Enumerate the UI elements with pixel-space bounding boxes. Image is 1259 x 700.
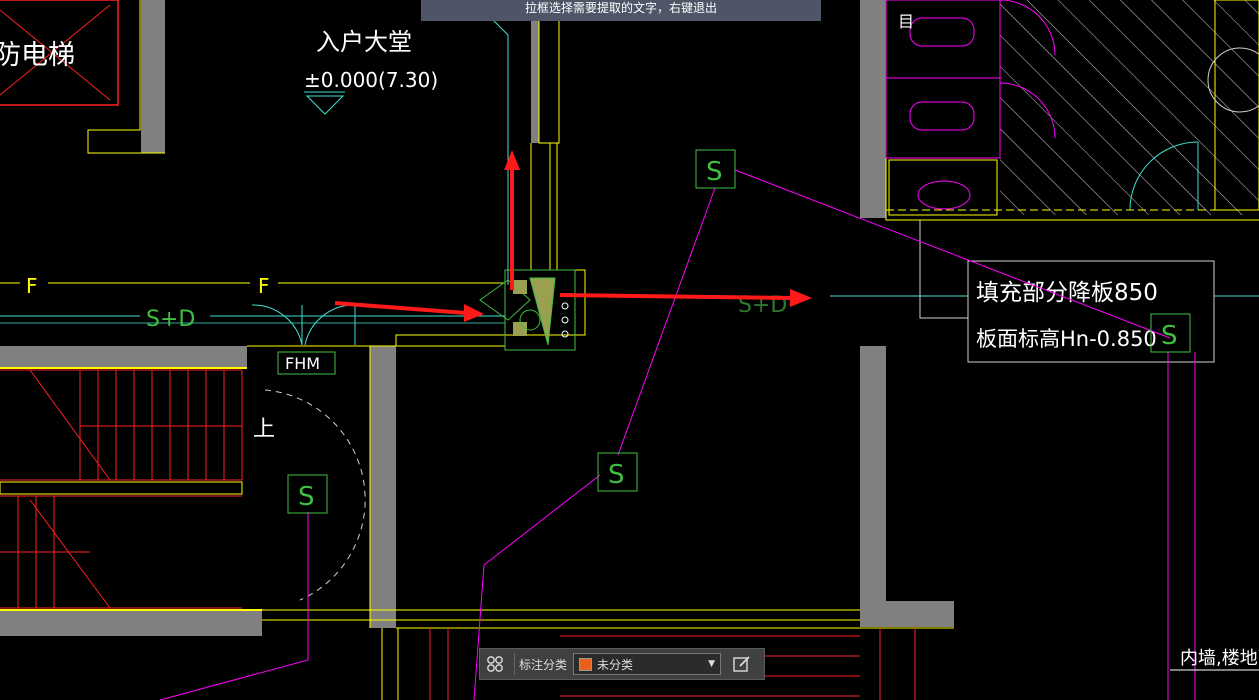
annotation-toolbar: 标注分类 未分类 ▼ bbox=[479, 648, 765, 680]
axis-f-left-label: F bbox=[26, 274, 38, 298]
door-swings: FHM bbox=[251, 304, 366, 601]
s-marker-3-glyph: S bbox=[298, 482, 315, 512]
walls bbox=[0, 269, 954, 636]
bottom-right-note-text: 内墙,楼地面,顶 bbox=[1180, 648, 1259, 669]
elevator-shaft: 防电梯 bbox=[0, 0, 165, 154]
s-marker-2[interactable]: S bbox=[597, 452, 638, 492]
s-marker-1[interactable]: S bbox=[695, 149, 736, 189]
axis-f-mid-label: F bbox=[258, 274, 270, 298]
bathroom-block: 目 bbox=[860, 0, 1259, 221]
svg-text:目: 目 bbox=[898, 12, 914, 31]
s-marker-4-glyph: S bbox=[1161, 321, 1178, 351]
hint-bar: 拉框选择需要提取的文字，右键退出 bbox=[421, 0, 821, 21]
s-marker-2-glyph: S bbox=[608, 460, 625, 490]
s-marker-3[interactable]: S bbox=[287, 474, 328, 514]
annotation-category-value: 未分类 bbox=[597, 657, 634, 672]
grid-icon[interactable] bbox=[480, 649, 510, 679]
edit-icon[interactable] bbox=[727, 649, 757, 679]
annotation-category-label: 标注分类 bbox=[519, 657, 568, 672]
sd-label-left: S+D bbox=[146, 307, 195, 332]
note-line-2: 板面标高Hn-0.850 bbox=[976, 327, 1157, 351]
top-duct bbox=[492, 0, 560, 285]
lobby-annotation: 入户大堂 ±0.000(7.30) bbox=[304, 28, 438, 115]
lobby-level-label: ±0.000(7.30) bbox=[304, 68, 438, 92]
red-arrows bbox=[334, 150, 812, 322]
chevron-down-icon: ▼ bbox=[708, 659, 716, 669]
door-fhm-label: FHM bbox=[285, 354, 320, 373]
equipment-cluster[interactable] bbox=[479, 269, 576, 351]
hint-bar-text: 拉框选择需要提取的文字，右键退出 bbox=[524, 1, 717, 15]
bottom-right-note: 内墙,楼地面,顶 bbox=[1170, 648, 1259, 671]
elevator-label: 防电梯 bbox=[0, 40, 75, 71]
category-color-swatch bbox=[579, 657, 593, 671]
staircase: 上 bbox=[0, 369, 275, 609]
note-line-1: 填充部分降板850 bbox=[976, 280, 1158, 306]
lobby-label: 入户大堂 bbox=[316, 28, 412, 56]
s-marker-1-glyph: S bbox=[706, 157, 723, 187]
cad-drawing-canvas[interactable]: 防电梯 入户大堂 ±0.000(7.30) 目 F F S+D S+D FHM … bbox=[0, 0, 1259, 700]
annotation-category-select[interactable]: 未分类 ▼ bbox=[573, 653, 722, 675]
stair-up-label: 上 bbox=[253, 417, 275, 442]
toolbar-divider bbox=[514, 653, 515, 675]
